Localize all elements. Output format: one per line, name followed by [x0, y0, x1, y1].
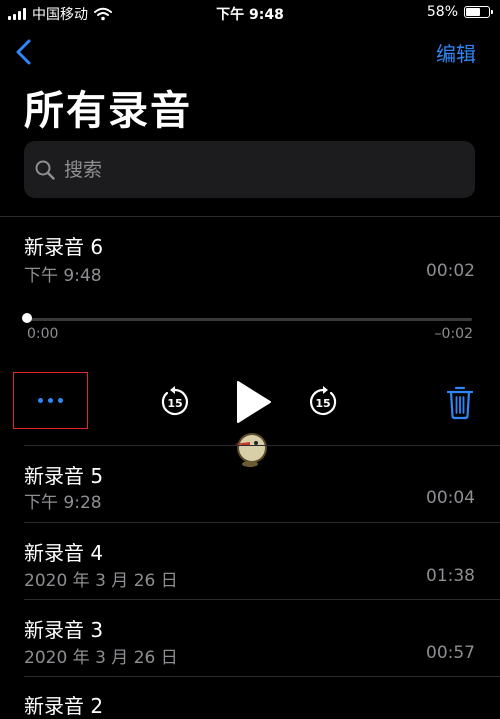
- battery-level-fill: [466, 8, 480, 16]
- back-chevron-icon[interactable]: [12, 36, 36, 68]
- watermark-mascot-icon: [234, 433, 267, 467]
- recording-title[interactable]: 新录音 4: [24, 537, 103, 566]
- status-bar-time: 下午 9:48: [216, 7, 284, 23]
- recording-date: 下午 9:48: [24, 266, 102, 286]
- more-icon-dot: [58, 398, 63, 403]
- play-button[interactable]: [232, 378, 274, 426]
- status-bar-right: 58%: [426, 4, 493, 20]
- skip-forward-15-icon: 15: [309, 386, 337, 416]
- recording-date: 2020 年 3 月 26 日: [24, 648, 178, 668]
- recording-date: 下午 9:28: [24, 493, 102, 513]
- skip-back-15-icon: 15: [161, 386, 189, 416]
- more-icon: [38, 398, 43, 403]
- edit-button[interactable]: 编辑: [436, 38, 476, 67]
- more-options-button[interactable]: [13, 372, 88, 429]
- recording-duration: 01:38: [426, 566, 475, 586]
- recording-title[interactable]: 新录音 3: [24, 614, 103, 643]
- page-title: 所有录音: [24, 88, 192, 134]
- play-icon: [237, 381, 271, 423]
- elapsed-time: 0:00: [27, 326, 59, 342]
- recording-title[interactable]: 新录音 6: [24, 231, 103, 260]
- skip-forward-button[interactable]: 15: [305, 384, 341, 420]
- status-bar: 中国移动 下午 9:48 58%: [0, 0, 500, 26]
- more-icon-dot: [48, 398, 53, 403]
- battery-percentage: 58%: [426, 4, 458, 20]
- row-divider: [24, 522, 500, 523]
- recording-date: 2020 年 3 月 26 日: [24, 571, 178, 591]
- recording-title[interactable]: 新录音 5: [24, 460, 103, 489]
- skip-back-seconds: 15: [167, 397, 182, 410]
- recording-duration: 00:57: [426, 643, 475, 663]
- trash-icon: [446, 386, 474, 420]
- recording-duration: 00:02: [426, 261, 475, 281]
- nav-bar: 编辑: [0, 32, 500, 72]
- list-top-divider: [0, 216, 500, 217]
- battery-icon: [464, 6, 493, 18]
- remaining-time: –0:02: [434, 326, 473, 342]
- row-divider: [24, 599, 500, 600]
- skip-back-button[interactable]: 15: [157, 384, 193, 420]
- row-divider: [24, 445, 500, 446]
- recording-title[interactable]: 新录音 2: [24, 690, 103, 719]
- search-bar[interactable]: [24, 141, 475, 198]
- recording-duration: 00:04: [426, 488, 475, 508]
- search-input[interactable]: [62, 157, 475, 182]
- search-icon: [35, 160, 55, 180]
- skip-forward-seconds: 15: [315, 397, 330, 410]
- scrubber-handle[interactable]: [22, 313, 32, 323]
- playback-scrubber[interactable]: [26, 318, 472, 321]
- row-divider: [24, 676, 500, 677]
- delete-button[interactable]: [444, 384, 476, 420]
